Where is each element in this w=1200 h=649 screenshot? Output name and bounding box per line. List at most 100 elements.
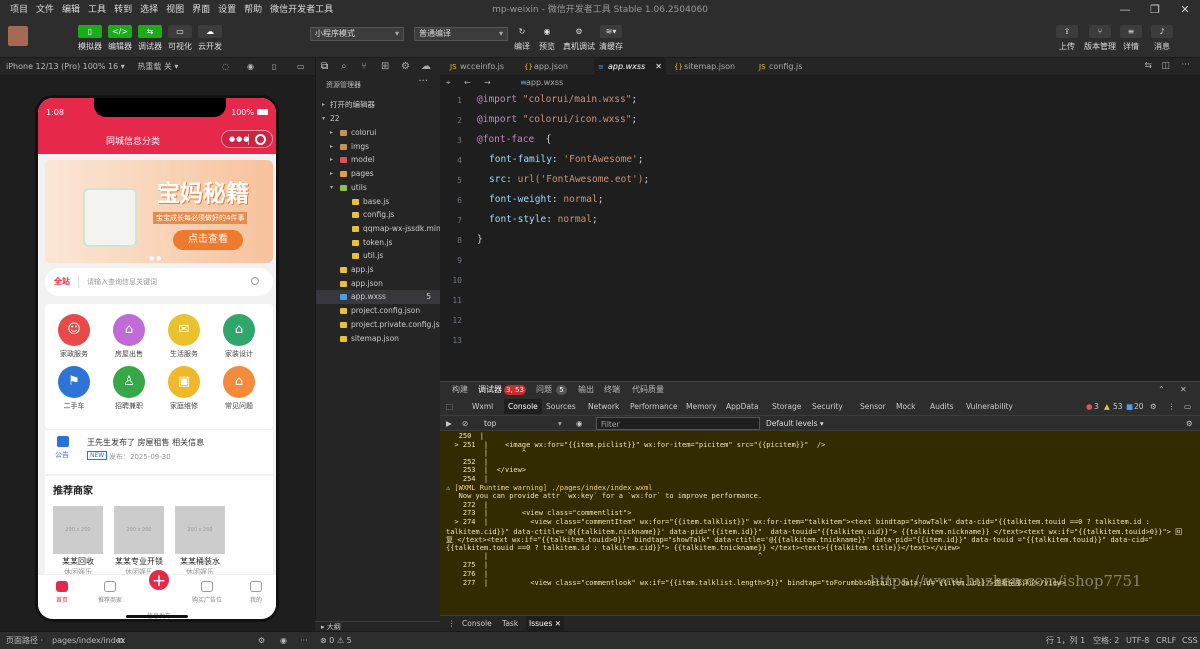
code-editor[interactable]: 1 @import "colorui/main.wxss"; 2 @import "c… [440,90,1190,380]
tab-build[interactable]: 构建 [452,382,468,398]
tab-output[interactable]: 输出 [578,382,594,398]
file-item[interactable]: sitemap.json [316,332,441,346]
file-item[interactable]: project.private.config.js... [316,318,441,332]
more-icon[interactable]: ··· [1181,60,1190,70]
open-editors-section[interactable]: ▸ 打开的编辑器 [316,98,441,112]
page-path[interactable]: pages/index/index [52,632,125,649]
file-item[interactable]: util.js [316,249,441,263]
eye-icon[interactable]: ◉ [280,632,287,649]
more-icon[interactable]: ··· [300,632,308,649]
devtools-tab[interactable]: Storage [772,397,801,416]
devtools-tab[interactable]: Console [504,399,542,414]
dock-icon[interactable]: ▭ [1184,397,1191,416]
category-item[interactable]: ⌂ 房屋出售 [104,314,154,359]
tab-console[interactable]: Console [462,616,492,632]
file-item[interactable]: config.js [316,208,441,222]
compile-select[interactable]: 普通编译 [414,27,508,41]
remote-debug-button[interactable]: ⚙ 真机调试 [562,25,596,52]
mode-select[interactable]: 小程序模式 [310,27,404,41]
devtools-tab[interactable]: Audits [930,397,954,416]
search-icon[interactable] [251,277,259,285]
cloud-button[interactable]: ☁ 云开发 [196,25,224,52]
close-icon[interactable]: ✕ [1170,0,1200,20]
menu-item[interactable]: 文件 [32,0,58,20]
search-scope[interactable]: 全站 [54,276,70,287]
settings-icon[interactable]: ⚙ [1186,416,1193,431]
cloud-icon[interactable]: ☁ [421,61,431,72]
category-item[interactable]: ⚑ 二手车 [49,366,99,411]
forward-icon[interactable]: → [484,76,491,90]
file-item[interactable]: qqmap-wx-jssdk.min.js [316,222,441,236]
menu-item[interactable]: 工具 [84,0,110,20]
menu-item[interactable]: 视图 [162,0,188,20]
tab-config[interactable]: JS config.js [755,58,825,76]
maximize-icon[interactable]: ❐ [1140,0,1170,20]
tab-sitemap[interactable]: {} sitemap.json [670,58,750,76]
category-item[interactable]: ✉ 生活服务 [159,314,209,359]
phone-frame-icon[interactable]: ▯ [272,58,276,76]
copy-icon[interactable]: ⧉ [118,632,124,649]
menu-item[interactable]: 转到 [110,0,136,20]
indent-setting[interactable]: 空格: 2 [1093,632,1119,649]
tab-app-json[interactable]: {} app.json [520,58,592,76]
menu-item[interactable]: 微信开发者工具 [266,0,337,20]
search-input[interactable]: 请输入查询信息关键词 [87,277,157,287]
close-tab-icon[interactable]: ✕ [655,58,662,76]
hotreload-select[interactable]: 热重载 关 ▾ [137,62,178,71]
devtools-tab[interactable]: Vulnerability [966,397,1013,416]
stop-icon[interactable]: ◉ [247,58,254,76]
encoding[interactable]: UTF-8 [1126,632,1149,649]
upload-button[interactable]: ⇪ 上传 [1050,25,1084,52]
tabbar-item[interactable]: 首页 [40,581,84,604]
device-select[interactable]: iPhone 12/13 (Pro) 100% 16 ▾ [6,62,125,71]
bookmark-icon[interactable]: ⌖ [446,76,451,90]
menu-item[interactable]: 帮助 [240,0,266,20]
version-button[interactable]: ⑂ 版本管理 [1083,25,1117,52]
clear-cache-button[interactable]: ≋▾ 清缓存 [594,25,628,52]
language-mode[interactable]: CSS [1182,632,1198,649]
menu-item[interactable]: 项目 [6,0,32,20]
search-icon[interactable]: ⌕ [341,61,347,72]
menu-item[interactable]: 界面 [188,0,214,20]
file-item[interactable]: app.wxss 5 [316,290,441,305]
layout-icon[interactable]: ◫ [1161,61,1170,71]
devtools-tab[interactable]: Mock [896,397,916,416]
capsule-menu[interactable]: ●●● [221,130,273,148]
clear-console-icon[interactable]: ⊘ [462,416,468,431]
menu-icon[interactable]: ⋮ [448,616,456,632]
record-icon[interactable]: ◌ [222,58,229,76]
cursor-position[interactable]: 行 1，列 1 [1046,632,1085,649]
devtools-tab[interactable]: Performance [630,397,678,416]
category-item[interactable]: ☺ 家政服务 [49,314,99,359]
tab-wcceinfo[interactable]: JS wcceinfo.js [446,58,518,76]
folder-item[interactable]: ▾ utils [316,181,441,195]
banner-button[interactable]: 点击查看 [173,230,243,250]
category-item[interactable]: ⌂ 家装设计 [214,314,264,359]
devtools-tab[interactable]: Wxml [472,397,493,416]
file-item[interactable]: base.js [316,195,441,209]
file-item[interactable]: app.js [316,263,441,277]
tab-terminal[interactable]: 终端 [604,382,620,398]
notice-text[interactable]: 王先生发布了 房屋租售 相关信息 [87,437,204,448]
more-icon[interactable]: ··· [418,76,428,87]
git-icon[interactable]: ⑂ [361,61,367,72]
files-icon[interactable]: ⧉ [321,61,328,72]
folder-item[interactable]: ▸ pages [316,167,441,181]
settings-icon[interactable]: ⚙ [258,632,265,649]
inspect-icon[interactable]: ⬚ [446,397,453,416]
menu-item[interactable]: 设置 [214,0,240,20]
folder-item[interactable]: ▸ model [316,153,441,167]
devtools-tab[interactable]: Network [588,397,619,416]
details-button[interactable]: ≡ 详情 [1114,25,1148,52]
tab-app-wxss[interactable]: ≡ app.wxss ✕ [594,58,666,76]
close-panel-icon[interactable]: ✕ [1180,382,1187,398]
merchant-card[interactable]: 200 x 200 某某桶装水 休闲娱乐 [175,506,225,577]
folder-item[interactable]: ▸ colorui [316,126,441,140]
chevron-up-icon[interactable]: ⌃ [1158,382,1165,398]
debug-icon[interactable]: ⚙ [401,61,410,72]
project-root[interactable]: ▾ 22 [316,112,441,126]
category-item[interactable]: ▣ 家庭维修 [159,366,209,411]
devtools-tab[interactable]: Sources [546,397,576,416]
eye-icon[interactable]: ◉ [576,416,583,431]
merchant-card[interactable]: 200 x 200 某某专业开锁 休闲娱乐 [114,506,164,577]
